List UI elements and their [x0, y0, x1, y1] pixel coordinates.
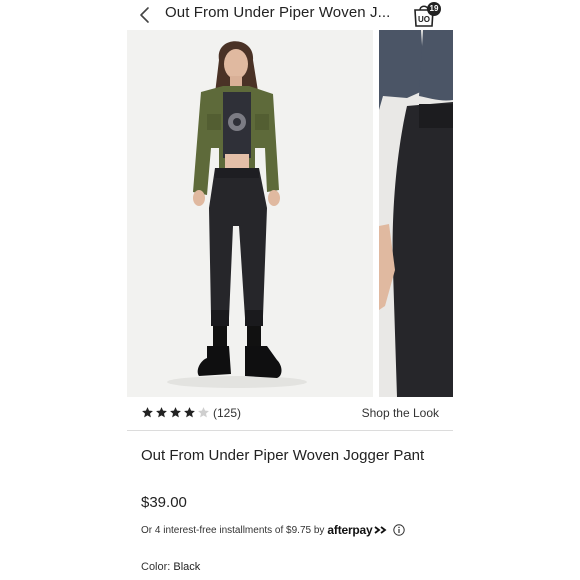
- afterpay-installments: Or 4 interest-free installments of $9.75…: [141, 523, 405, 537]
- installments-text: Or 4 interest-free installments of $9.75…: [141, 524, 325, 536]
- bag-count-badge: 19: [427, 2, 441, 16]
- review-count[interactable]: (125): [213, 406, 241, 420]
- color-selection: Color: Black: [141, 561, 200, 573]
- product-photo-next[interactable]: [379, 30, 453, 397]
- info-icon[interactable]: [392, 524, 405, 536]
- back-chevron-icon[interactable]: [135, 5, 155, 25]
- product-name: Out From Under Piper Woven Jogger Pant: [141, 447, 425, 464]
- top-bar: Out From Under Piper Woven J... UO 19: [127, 0, 453, 30]
- color-label: Color:: [141, 561, 171, 573]
- afterpay-wordmark: afterpay: [327, 523, 373, 537]
- star-rating: [141, 406, 210, 420]
- afterpay-arrows-icon: [373, 526, 387, 534]
- product-photo-main[interactable]: [127, 30, 373, 397]
- detail-photo-illustration: [379, 30, 453, 397]
- svg-text:UO: UO: [418, 15, 430, 24]
- rating-row: (125) Shop the Look: [127, 397, 453, 431]
- star-filled-icon: [170, 407, 181, 418]
- shop-the-look-link[interactable]: Shop the Look: [362, 406, 439, 420]
- star-filled-icon: [142, 407, 153, 418]
- star-filled-icon: [184, 407, 195, 418]
- star-empty-icon: [198, 407, 209, 418]
- color-value: Black: [173, 561, 201, 573]
- page-title: Out From Under Piper Woven J...: [165, 4, 391, 21]
- model-photo-illustration: [127, 30, 373, 397]
- product-price: $39.00: [141, 494, 187, 511]
- product-image-gallery[interactable]: [127, 30, 453, 397]
- star-filled-icon: [156, 407, 167, 418]
